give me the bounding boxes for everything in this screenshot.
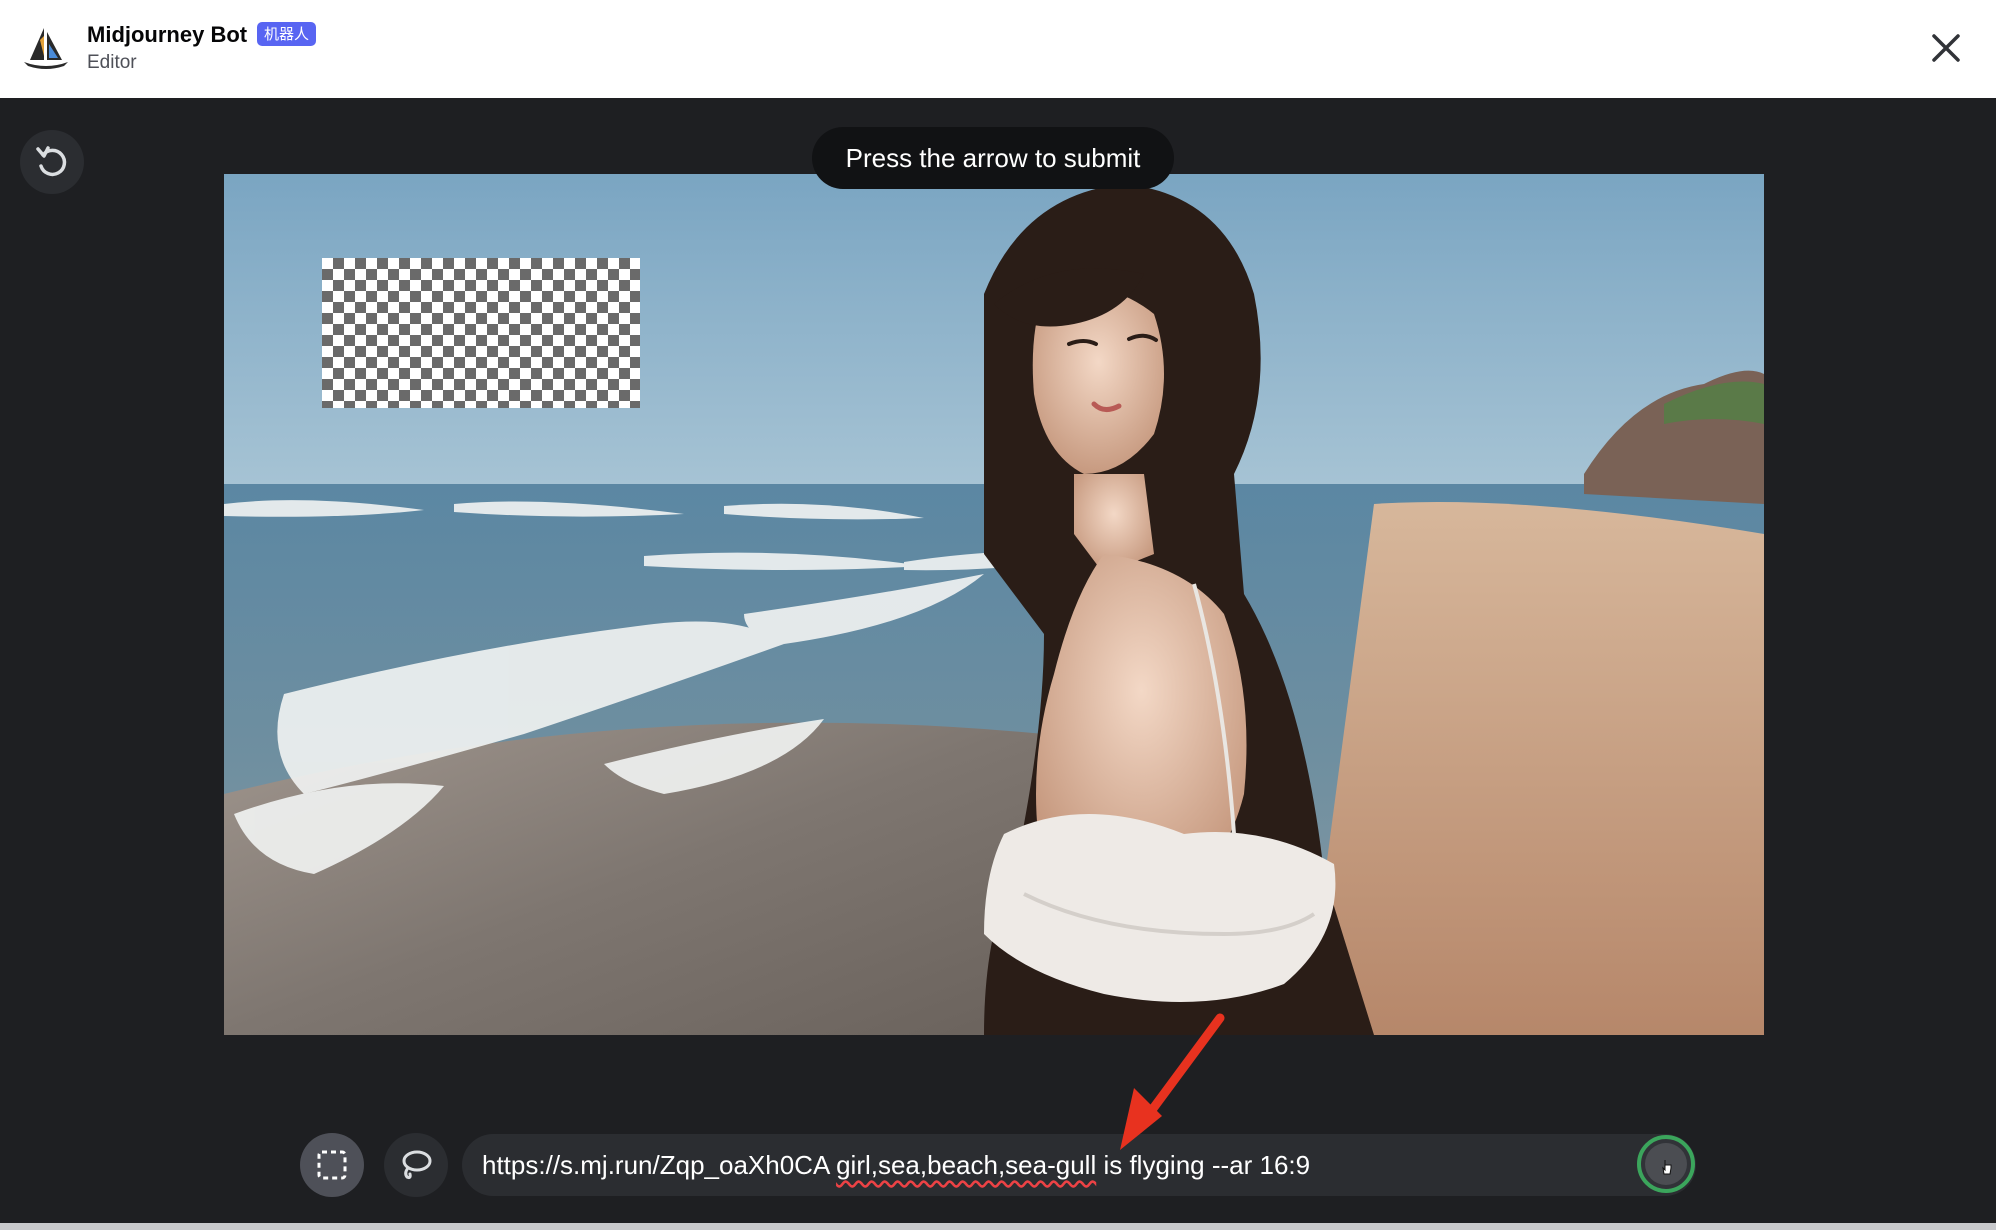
lasso-icon [402,1150,432,1180]
image-canvas[interactable] [224,174,1764,1035]
bot-badge: 机器人 [257,22,317,46]
annotation-arrow [1100,1010,1240,1160]
prompt-input[interactable]: https://s.mj.run/Zqp_oaXh0CA girl,sea,be… [482,1134,1602,1196]
header: Midjourney Bot 机器人 Editor [0,0,1996,98]
erased-region[interactable] [322,258,640,408]
editor-subtitle: Editor [87,52,137,73]
submit-arrow-icon[interactable] [1636,1134,1696,1194]
bot-name[interactable]: Midjourney Bot [87,21,247,49]
editor-window: Midjourney Bot 机器人 Editor Press the arro… [0,0,1996,1230]
prompt-box[interactable]: https://s.mj.run/Zqp_oaXh0CA girl,sea,be… [462,1134,1696,1196]
sailboat-icon [20,24,72,72]
rectangle-select-button[interactable] [300,1133,364,1197]
reset-icon[interactable] [20,130,84,194]
lasso-select-button[interactable] [384,1133,448,1197]
window-bottom-edge [0,1223,1996,1230]
prompt-url: https://s.mj.run/Zqp_oaXh0CA [482,1150,837,1180]
close-icon[interactable] [1926,28,1966,68]
submit-hint: Press the arrow to submit [812,127,1174,189]
dashed-square-icon [317,1150,347,1180]
prompt-misspelled-words: girl,sea,beach,sea-gull [836,1150,1097,1180]
